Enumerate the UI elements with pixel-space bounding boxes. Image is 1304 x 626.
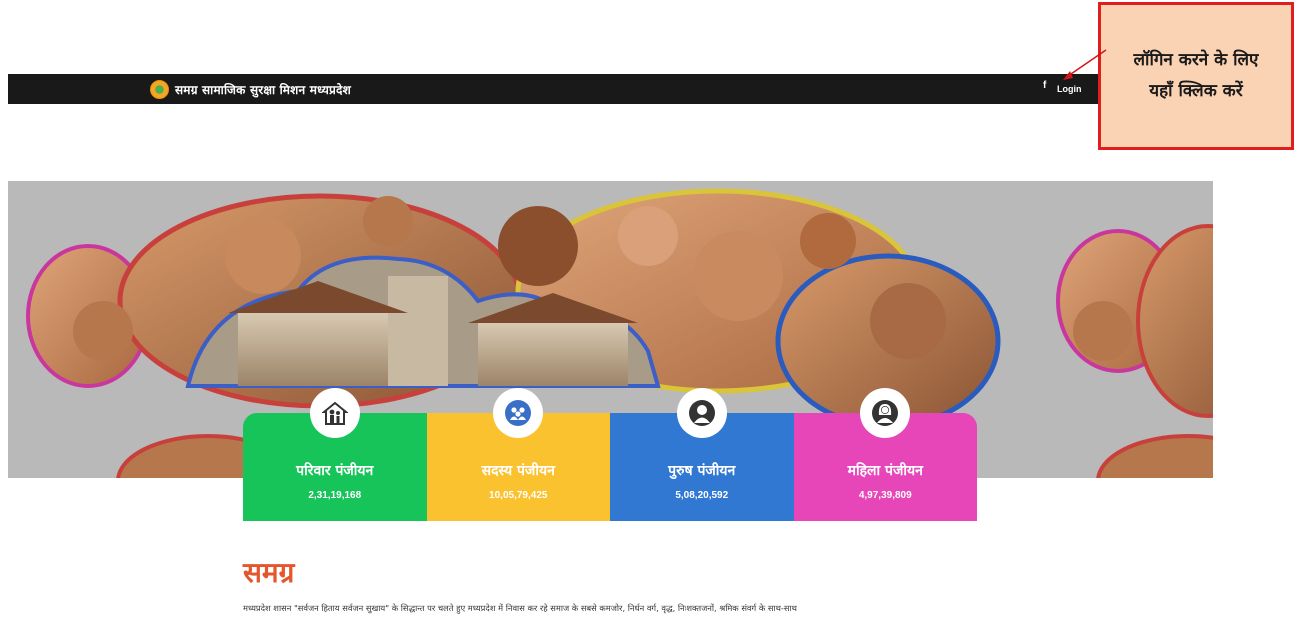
login-link[interactable]: Login (1057, 84, 1082, 94)
annotation-text: लॉगिन करने के लिए यहाँ क्लिक करें (1133, 50, 1259, 101)
login-annotation-callout: लॉगिन करने के लिए यहाँ क्लिक करें (1098, 2, 1294, 150)
stat-card-members[interactable]: सदस्य पंजीयन 10,05,79,425 (426, 388, 610, 521)
stat-icon-circle (860, 388, 911, 438)
stat-card-female[interactable]: महिला पंजीयन 4,97,39,809 (793, 388, 977, 521)
stat-label: सदस्य पंजीयन (481, 463, 555, 479)
mission-logo-icon (150, 79, 169, 99)
registration-stats: परिवार पंजीयन 2,31,19,168 सदस्य पंजीयन 1… (243, 388, 977, 521)
male-user-icon (688, 400, 715, 426)
female-user-icon (872, 400, 899, 426)
stat-icon-circle (309, 388, 360, 438)
stat-card-male[interactable]: पुरुष पंजीयन 5,08,20,592 (610, 388, 794, 521)
samagra-heading: समग्र (243, 556, 295, 589)
stat-label: पुरुष पंजीयन (668, 463, 736, 479)
samagra-description: मध्यप्रदेश शासन "सर्वजन हिताय सर्वजन सुख… (243, 603, 797, 613)
top-navbar: समग्र सामाजिक सुरक्षा मिशन मध्यप्रदेश f … (8, 74, 1100, 104)
stat-count: 10,05,79,425 (489, 490, 548, 501)
stat-label: परिवार पंजीयन (296, 463, 374, 479)
stat-icon-circle (493, 388, 544, 438)
brand-title: समग्र सामाजिक सुरक्षा मिशन मध्यप्रदेश (175, 82, 351, 97)
stat-count: 4,97,39,809 (858, 490, 912, 501)
group-members-icon (505, 400, 532, 426)
brand[interactable]: समग्र सामाजिक सुरक्षा मिशन मध्यप्रदेश (150, 79, 351, 99)
stat-icon-circle (676, 388, 727, 438)
stat-count: 5,08,20,592 (675, 490, 729, 501)
facebook-icon[interactable]: f (1043, 80, 1046, 91)
stat-count: 2,31,19,168 (308, 490, 362, 501)
stat-label: महिला पंजीयन (847, 463, 923, 479)
stat-card-family[interactable]: परिवार पंजीयन 2,31,19,168 (243, 388, 427, 521)
family-house-icon (321, 401, 348, 425)
